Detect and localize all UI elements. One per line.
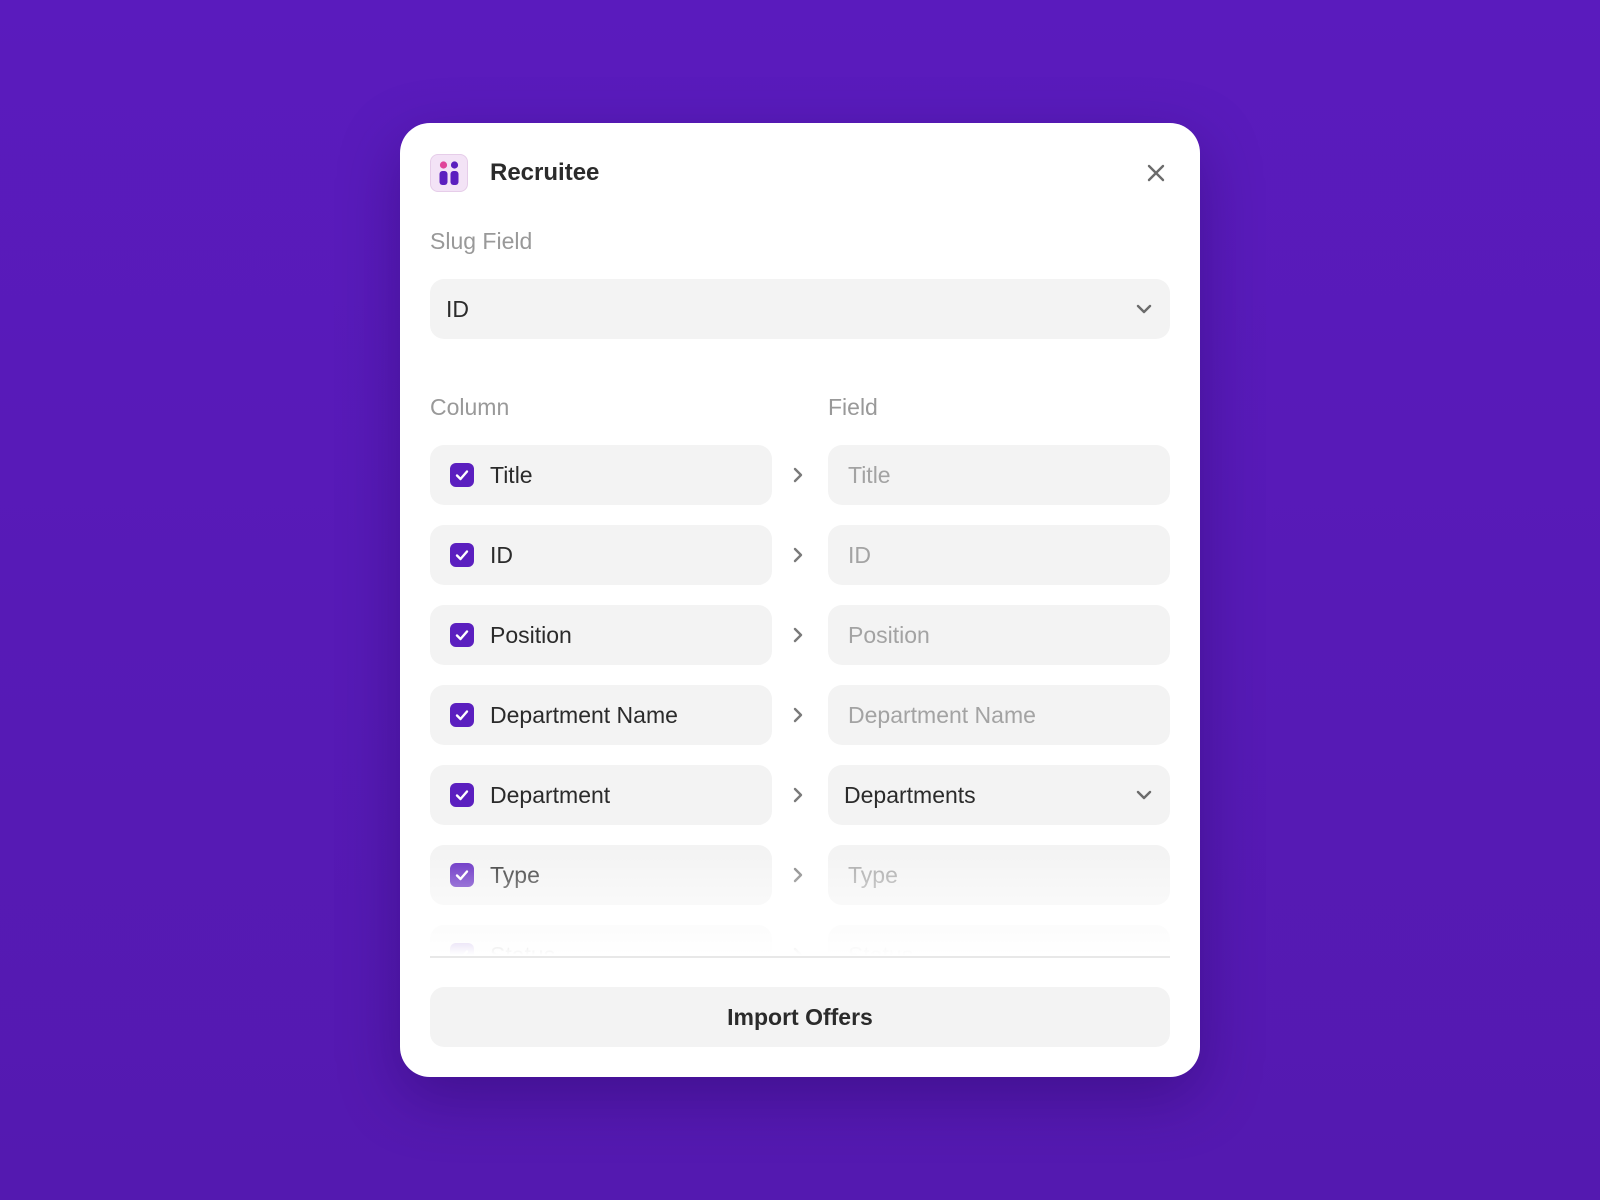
column-label: ID [490, 541, 513, 568]
field-input[interactable] [828, 685, 1170, 745]
mapping-list[interactable]: Title ID Position [430, 445, 1170, 955]
chevron-right-icon [793, 947, 803, 955]
column-label: Department [490, 781, 611, 808]
field-select-value: Departments [844, 781, 976, 808]
chevron-right-icon [793, 467, 803, 483]
column-label: Department Name [490, 701, 678, 728]
column-toggle[interactable]: ID [430, 525, 772, 585]
chevron-right-icon [793, 787, 803, 803]
check-icon [455, 470, 469, 481]
field-select[interactable]: Departments [828, 765, 1170, 825]
field-input[interactable] [828, 925, 1170, 955]
divider [430, 956, 1170, 958]
field-input[interactable] [828, 605, 1170, 665]
column-header: Column [430, 394, 510, 420]
slug-field-value: ID [446, 295, 469, 322]
column-toggle[interactable]: Type [430, 845, 772, 905]
column-toggle[interactable]: Department Name [430, 685, 772, 745]
checkbox-checked[interactable] [450, 943, 474, 955]
field-input[interactable] [828, 525, 1170, 585]
checkbox-checked[interactable] [450, 703, 474, 727]
column-label: Status [490, 941, 556, 956]
check-icon [455, 710, 469, 721]
slug-field-label: Slug Field [430, 228, 533, 254]
chevron-down-icon [1136, 790, 1152, 800]
column-label: Position [490, 621, 572, 648]
column-label: Type [490, 861, 540, 888]
chevron-right-icon [793, 707, 803, 723]
column-toggle[interactable]: Position [430, 605, 772, 665]
checkbox-checked[interactable] [450, 863, 474, 887]
chevron-down-icon [1136, 304, 1152, 314]
mapping-row: Title [430, 445, 1170, 505]
checkbox-checked[interactable] [450, 463, 474, 487]
mapping-row: Department Name [430, 685, 1170, 745]
chevron-right-icon [793, 867, 803, 883]
checkbox-checked[interactable] [450, 623, 474, 647]
check-icon [455, 790, 469, 801]
checkbox-checked[interactable] [450, 543, 474, 567]
column-toggle[interactable]: Title [430, 445, 772, 505]
field-input[interactable] [828, 845, 1170, 905]
close-button[interactable] [1142, 159, 1170, 187]
column-label: Title [490, 461, 533, 488]
column-toggle[interactable]: Department [430, 765, 772, 825]
mapping-row: ID [430, 525, 1170, 585]
field-header: Field [828, 394, 878, 420]
modal-header: Recruitee [430, 153, 1170, 193]
mapping-row: Type [430, 845, 1170, 905]
recruitee-logo-icon [430, 154, 468, 192]
field-input[interactable] [828, 445, 1170, 505]
mapping-row: Position [430, 605, 1170, 665]
close-icon [1147, 164, 1165, 182]
app-title: Recruitee [490, 159, 600, 186]
import-offers-button[interactable]: Import Offers [430, 987, 1170, 1047]
check-icon [455, 950, 469, 955]
mapping-row: Status [430, 925, 1170, 955]
chevron-right-icon [793, 627, 803, 643]
slug-field-select[interactable]: ID [430, 279, 1170, 339]
check-icon [455, 550, 469, 561]
mapping-row: Department Departments [430, 765, 1170, 825]
checkbox-checked[interactable] [450, 783, 474, 807]
column-toggle[interactable]: Status [430, 925, 772, 955]
check-icon [455, 870, 469, 881]
import-modal: Recruitee Slug Field ID Column Field Tit… [400, 123, 1200, 1077]
chevron-right-icon [793, 547, 803, 563]
check-icon [455, 630, 469, 641]
